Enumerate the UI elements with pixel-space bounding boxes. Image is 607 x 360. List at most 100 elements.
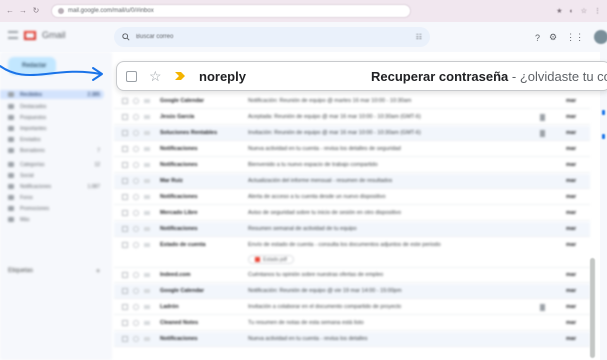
email-row[interactable]: Mar Ruiz Actualización del informe mensua… <box>114 174 590 189</box>
email-row[interactable]: Notificaciones Bienvenido a tu nuevo espa… <box>114 158 590 173</box>
help-icon[interactable]: ? <box>535 33 540 43</box>
row-checkbox[interactable] <box>122 210 128 216</box>
row-importance-icon[interactable] <box>144 321 150 325</box>
row-checkbox[interactable] <box>122 242 128 248</box>
row-importance-icon[interactable] <box>144 99 150 103</box>
row-star-icon[interactable] <box>133 336 139 342</box>
attachment-chip[interactable]: Estado.pdf <box>248 255 294 264</box>
row-checkbox[interactable] <box>122 130 128 136</box>
sidebar-item[interactable]: Destacados <box>8 102 104 111</box>
sidebar-item[interactable]: Promociones <box>8 204 104 213</box>
row-checkbox[interactable] <box>122 146 128 152</box>
calendar-addon-icon[interactable] <box>602 110 605 115</box>
email-row[interactable]: Notificaciones Resumen semanal de activid… <box>114 222 590 237</box>
row-importance-icon[interactable] <box>144 195 150 199</box>
row-importance-icon[interactable] <box>144 273 150 277</box>
add-label-button[interactable]: + <box>96 268 100 275</box>
email-row[interactable]: Mercado Libre Aviso de seguridad sobre tu… <box>114 206 590 221</box>
row-importance-icon[interactable] <box>144 179 150 183</box>
email-row[interactable]: Cleaned Notes Tu resumen de notas de esta… <box>114 316 590 331</box>
email-row[interactable]: Google Calendar Notificación: Reunión de … <box>114 284 590 299</box>
forward-icon[interactable]: → <box>19 7 27 15</box>
list-scrollbar[interactable] <box>590 258 595 358</box>
row-star-icon[interactable] <box>133 226 139 232</box>
row-star-icon[interactable] <box>133 178 139 184</box>
row-star-icon[interactable] <box>133 242 139 248</box>
sidebar-item[interactable]: Pospuestos <box>8 113 104 122</box>
row-star-icon[interactable] <box>133 130 139 136</box>
search-input[interactable]: Buscar correo ☷ <box>114 27 430 47</box>
row-star-icon[interactable] <box>133 98 139 104</box>
row-checkbox[interactable] <box>122 194 128 200</box>
row-star-icon[interactable] <box>133 288 139 294</box>
main-menu-icon[interactable] <box>8 31 18 39</box>
row-checkbox[interactable] <box>122 98 128 104</box>
profile-icon[interactable]: ◐ <box>569 8 573 15</box>
row-importance-icon[interactable] <box>144 337 150 341</box>
avatar[interactable] <box>594 30 607 44</box>
row-importance-icon[interactable] <box>144 305 150 309</box>
bookmark-icon[interactable]: ☆ <box>581 7 587 15</box>
row-importance-icon[interactable] <box>144 115 150 119</box>
row-checkbox[interactable] <box>122 304 128 310</box>
row-star-icon[interactable] <box>133 114 139 120</box>
row-star-icon[interactable] <box>133 194 139 200</box>
row-star-icon[interactable] <box>133 320 139 326</box>
sidebar-item[interactable]: Más <box>8 215 104 224</box>
row-importance-icon[interactable] <box>144 227 150 231</box>
email-row[interactable]: Soluciones Rentables Invitación: Reunión … <box>114 126 590 141</box>
email-row[interactable]: Ladrón Invitación a colaborar en el docum… <box>114 300 590 315</box>
row-importance-icon[interactable] <box>144 163 150 167</box>
browser-menu-icon[interactable]: ⋮ <box>594 7 601 15</box>
row-importance-icon[interactable] <box>144 147 150 151</box>
address-bar[interactable]: mail.google.com/mail/u/0/#inbox <box>51 4 411 18</box>
highlighted-email-row[interactable]: ☆ noreply Recuperar contraseña - ¿olvida… <box>116 61 607 91</box>
sidebar-item[interactable]: Enviados <box>8 135 104 144</box>
select-checkbox[interactable] <box>126 71 137 82</box>
sidebar-item[interactable]: Notificaciones 1.087 <box>8 182 104 191</box>
row-importance-icon[interactable] <box>144 289 150 293</box>
email-row[interactable]: Notificaciones Nueva actividad en tu cuen… <box>114 142 590 157</box>
sidebar-item[interactable]: Importantes <box>8 124 104 133</box>
row-sender: Jesús García <box>160 114 195 120</box>
importance-marker-icon[interactable] <box>173 69 187 83</box>
row-importance-icon[interactable] <box>144 131 150 135</box>
row-importance-icon[interactable] <box>144 211 150 215</box>
row-star-icon[interactable] <box>133 162 139 168</box>
back-icon[interactable]: ← <box>6 7 14 15</box>
star-icon[interactable]: ☆ <box>149 68 162 84</box>
row-checkbox[interactable] <box>122 272 128 278</box>
row-checkbox[interactable] <box>122 320 128 326</box>
extension-icon[interactable]: ★ <box>556 7 562 15</box>
apps-icon[interactable]: ⋮⋮ <box>566 32 584 43</box>
settings-icon[interactable]: ⚙ <box>549 32 557 43</box>
sidebar-item[interactable]: Foros <box>8 193 104 202</box>
search-options-icon[interactable]: ☷ <box>416 33 422 41</box>
email-row[interactable]: Google Calendar Notificación: Reunión de … <box>114 94 590 109</box>
email-row[interactable]: Notificaciones Alerta de acceso a tu cuen… <box>114 190 590 205</box>
row-star-icon[interactable] <box>133 272 139 278</box>
email-row[interactable]: Indeed.com Cuéntanos tu opinión sobre nue… <box>114 268 590 283</box>
row-checkbox[interactable] <box>122 226 128 232</box>
row-checkbox[interactable] <box>122 178 128 184</box>
reload-icon[interactable]: ↻ <box>32 7 40 15</box>
row-star-icon[interactable] <box>133 146 139 152</box>
email-row[interactable]: Notificaciones Nueva actividad en tu cuen… <box>114 332 590 347</box>
site-info-icon[interactable] <box>58 8 64 14</box>
sidebar-item[interactable]: Categorías 12 <box>8 160 104 169</box>
row-checkbox[interactable] <box>122 336 128 342</box>
row-importance-icon[interactable] <box>144 243 150 247</box>
row-star-icon[interactable] <box>133 304 139 310</box>
sidebar-item[interactable]: Social <box>8 171 104 180</box>
row-checkbox[interactable] <box>122 288 128 294</box>
row-checkbox[interactable] <box>122 162 128 168</box>
tasks-addon-icon[interactable] <box>602 134 605 139</box>
email-row[interactable]: Jesús García Aceptada: Reunión de equipo … <box>114 110 590 125</box>
browser-toolbar: ← → ↻ mail.google.com/mail/u/0/#inbox ★ … <box>0 0 607 22</box>
gmail-logo-icon[interactable] <box>24 30 36 40</box>
row-checkbox[interactable] <box>122 114 128 120</box>
row-star-icon[interactable] <box>133 210 139 216</box>
search-icon[interactable] <box>122 33 130 41</box>
sidebar-item[interactable]: Borradores 7 <box>8 146 104 155</box>
email-row[interactable]: Estado de cuenta Envío de estado de cuent… <box>114 238 590 268</box>
